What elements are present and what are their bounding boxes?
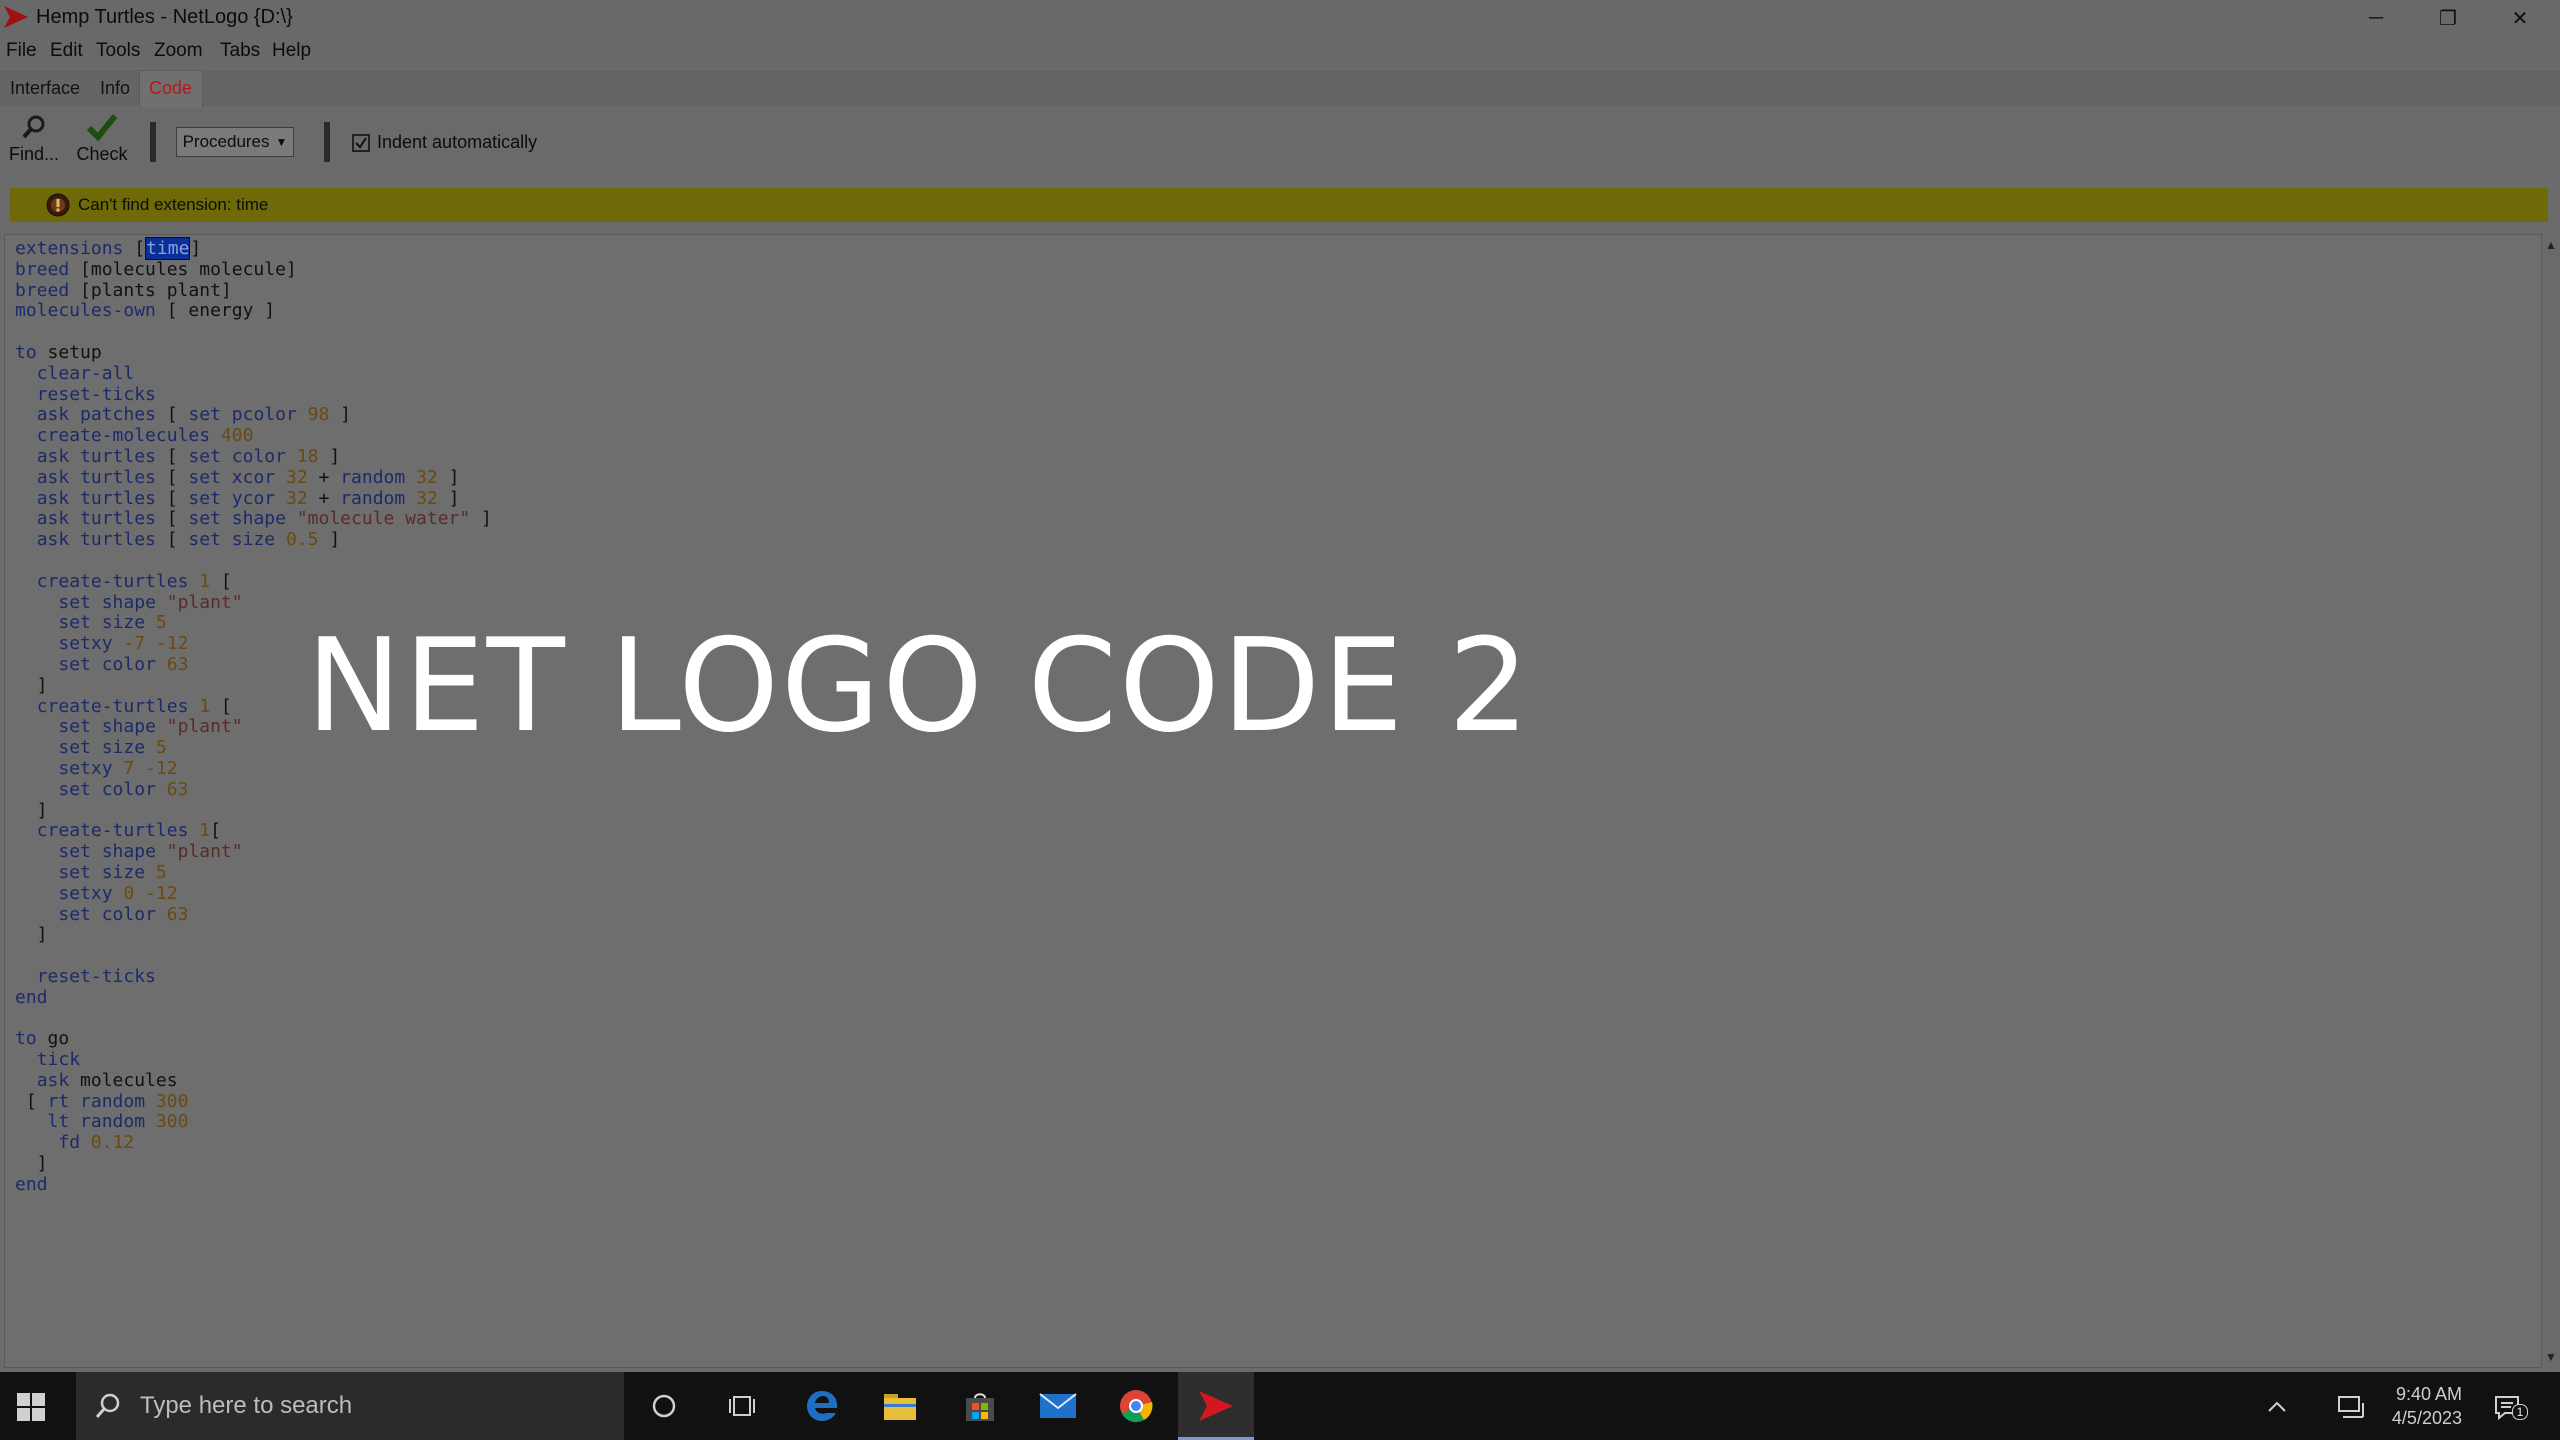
search-icon <box>95 1393 120 1418</box>
menu-file[interactable]: File <box>6 40 37 62</box>
code-line[interactable]: ​ <box>15 322 492 343</box>
toolbar-separator <box>150 122 156 162</box>
magnifier-icon <box>22 115 45 139</box>
close-button[interactable]: ✕ <box>2484 0 2556 36</box>
code-line[interactable]: set shape "plant" <box>15 841 492 863</box>
indent-checkbox[interactable] <box>352 134 370 152</box>
code-line[interactable]: ask turtles [ set xcor 32 + random 32 ] <box>15 467 492 489</box>
code-line[interactable]: ask molecules <box>15 1070 492 1092</box>
error-banner: Can't find extension: time <box>10 188 2548 222</box>
code-line[interactable]: create-turtles 1[ <box>15 820 492 842</box>
title-bar: Hemp Turtles - NetLogo {D:\} ─ ❐ ✕ <box>0 0 2560 36</box>
code-line[interactable]: reset-ticks <box>15 966 492 988</box>
code-line[interactable]: create-molecules 400 <box>15 425 492 447</box>
netlogo-icon[interactable] <box>1196 1386 1236 1426</box>
scroll-up-icon[interactable]: ▲ <box>2542 236 2560 254</box>
code-line[interactable]: reset-ticks <box>15 384 492 406</box>
code-line[interactable]: ] <box>15 1153 492 1175</box>
code-line[interactable]: breed [plants plant] <box>15 280 492 302</box>
vertical-scrollbar[interactable]: ▲ ▼ <box>2542 234 2560 1368</box>
checkmark-icon <box>86 114 118 142</box>
search-placeholder: Type here to search <box>140 1392 353 1419</box>
clock-date: 4/5/2023 <box>2391 1408 2462 1428</box>
code-line[interactable]: end <box>15 987 492 1009</box>
code-line[interactable]: extensions [time] <box>15 237 492 260</box>
menu-zoom[interactable]: Zoom <box>154 40 203 62</box>
find-button[interactable]: Find... <box>6 112 62 174</box>
find-label: Find... <box>8 144 60 164</box>
code-line[interactable]: ask patches [ set pcolor 98 ] <box>15 404 492 426</box>
code-line[interactable]: end <box>15 1174 492 1196</box>
procedures-label: Procedures <box>182 132 270 151</box>
code-line[interactable]: to go <box>15 1028 492 1050</box>
code-line[interactable]: ask turtles [ set size 0.5 ] <box>15 529 492 551</box>
tab-code[interactable]: Code <box>149 78 192 99</box>
code-line[interactable]: ​ <box>15 946 492 967</box>
checkbox-check-icon <box>355 137 367 149</box>
file-explorer-icon[interactable] <box>880 1386 920 1426</box>
code-line[interactable]: breed [molecules molecule] <box>15 259 492 281</box>
code-line[interactable]: ask turtles [ set shape "molecule water"… <box>15 508 492 530</box>
code-line[interactable]: set color 63 <box>15 904 492 926</box>
tab-interface[interactable]: Interface <box>10 78 80 99</box>
code-line[interactable]: tick <box>15 1049 492 1071</box>
code-line[interactable]: molecules-own [ energy ] <box>15 300 492 322</box>
scroll-down-icon[interactable]: ▼ <box>2542 1348 2560 1366</box>
procedures-dropdown[interactable]: Procedures ▼ <box>176 127 294 157</box>
code-toolbar: Find... Check Procedures ▼ Indent automa… <box>0 108 2560 178</box>
code-line[interactable]: set color 63 <box>15 779 492 801</box>
menu-help[interactable]: Help <box>272 40 311 62</box>
code-line[interactable]: setxy 7 -12 <box>15 758 492 780</box>
check-label: Check <box>76 144 128 164</box>
error-icon <box>46 193 70 217</box>
chrome-icon[interactable] <box>1116 1386 1156 1426</box>
mail-icon[interactable] <box>1038 1386 1078 1426</box>
cortana-icon[interactable] <box>644 1386 684 1426</box>
overlay-title: NET LOGO CODE 2 <box>306 612 1532 761</box>
edge-icon[interactable] <box>802 1386 842 1426</box>
notification-center-icon[interactable]: 1 <box>2492 1394 2528 1420</box>
store-icon[interactable] <box>960 1386 1000 1426</box>
indent-label[interactable]: Indent automatically <box>377 132 537 153</box>
menu-tabs[interactable]: Tabs <box>220 40 260 62</box>
clock[interactable]: 9:40 AM 4/5/2023 <box>2372 1382 2462 1430</box>
code-line[interactable]: set size 5 <box>15 862 492 884</box>
code-line[interactable]: lt random 300 <box>15 1112 492 1133</box>
code-line[interactable]: ] <box>15 924 492 946</box>
network-icon[interactable] <box>2336 1394 2366 1420</box>
code-line[interactable]: ​ <box>15 551 492 572</box>
code-line[interactable]: ask turtles [ set color 18 ] <box>15 446 492 468</box>
toolbar-separator <box>324 122 330 162</box>
code-line[interactable]: [ rt random 300 <box>15 1091 492 1113</box>
netlogo-app-icon <box>4 6 28 28</box>
menu-edit[interactable]: Edit <box>50 40 83 62</box>
tab-bar: Interface Info Code <box>0 70 2560 107</box>
menu-tools[interactable]: Tools <box>96 40 140 62</box>
check-button[interactable]: Check <box>74 112 130 174</box>
minimize-button[interactable]: ─ <box>2340 0 2412 36</box>
code-line[interactable]: ] <box>15 800 492 822</box>
code-line[interactable]: fd 0.12 <box>15 1132 492 1154</box>
taskbar: Type here to search 9:40 AM 4/5/2023 1 <box>0 1372 2560 1440</box>
dropdown-arrow-icon: ▼ <box>275 135 288 149</box>
taskbar-search-box[interactable]: Type here to search <box>76 1372 624 1440</box>
code-line[interactable]: ask turtles [ set ycor 32 + random 32 ] <box>15 488 492 510</box>
code-editor[interactable]: extensions [time] breed [molecules molecu… <box>4 234 2542 1368</box>
notification-count: 1 <box>2512 1404 2528 1420</box>
menu-bar: File Edit Tools Zoom Tabs Help <box>0 36 2560 68</box>
code-line[interactable]: setxy 0 -12 <box>15 883 492 905</box>
code-line[interactable]: create-turtles 1 [ <box>15 571 492 593</box>
code-line[interactable]: clear-all <box>15 363 492 385</box>
chevron-up-icon[interactable] <box>2262 1394 2292 1420</box>
task-view-icon[interactable] <box>722 1386 762 1426</box>
windows-start-icon[interactable] <box>16 1392 46 1422</box>
restore-button[interactable]: ❐ <box>2412 0 2484 36</box>
clock-time: 9:40 AM <box>2395 1384 2462 1404</box>
window-title: Hemp Turtles - NetLogo {D:\} <box>36 6 293 28</box>
code-line[interactable]: to setup <box>15 342 492 364</box>
code-line[interactable]: set shape "plant" <box>15 592 492 614</box>
error-message: Can't find extension: time <box>78 195 269 214</box>
code-line[interactable]: ​ <box>15 1008 492 1029</box>
tab-info[interactable]: Info <box>100 78 130 99</box>
